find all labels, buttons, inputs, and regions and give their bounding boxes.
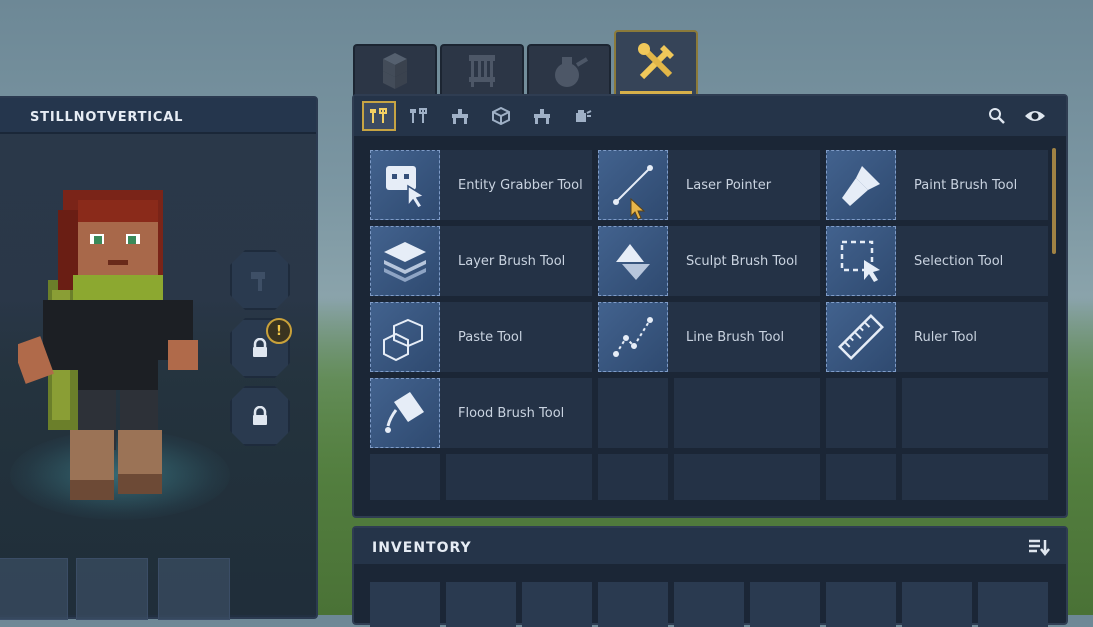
spray-icon <box>576 110 592 122</box>
tool-label: Line Brush Tool <box>686 330 785 345</box>
line-brush-icon <box>598 302 668 372</box>
empty-tool-slot[interactable] <box>598 378 668 448</box>
inventory-slot[interactable] <box>750 582 820 627</box>
inventory-slot[interactable] <box>522 582 592 627</box>
tab-potions[interactable] <box>527 44 611 96</box>
tools-icon <box>638 43 674 80</box>
subtab-paint[interactable] <box>566 101 600 131</box>
layer-brush-icon <box>370 226 440 296</box>
inventory-slot[interactable] <box>446 582 516 627</box>
inventory-slot[interactable] <box>598 582 668 627</box>
tab-tools[interactable] <box>614 30 698 94</box>
potion-icon <box>555 57 589 87</box>
emote-button[interactable] <box>230 250 290 310</box>
empty-tool-slot <box>446 454 592 500</box>
equipment-slot-1[interactable] <box>0 558 68 620</box>
subtab-blocks[interactable] <box>484 101 518 131</box>
mouse-cursor-icon <box>630 198 646 220</box>
character-header: STILLNOTVERTICAL <box>0 98 316 134</box>
tool-label: Layer Brush Tool <box>458 254 566 269</box>
empty-tool-slot[interactable] <box>826 454 896 500</box>
empty-tool-slot[interactable] <box>826 378 896 448</box>
subtab-all-tools[interactable] <box>362 101 396 131</box>
ruler-icon <box>826 302 896 372</box>
equipment-slot-shield[interactable] <box>76 558 148 620</box>
tool-label: Laser Pointer <box>686 178 772 193</box>
inventory-slot[interactable] <box>902 582 972 627</box>
inventory-slot[interactable] <box>978 582 1048 627</box>
search-icon[interactable] <box>988 107 1006 125</box>
empty-tool-slot <box>902 378 1048 448</box>
tools-scrollbar[interactable] <box>1052 148 1056 254</box>
empty-tool-slot <box>902 454 1048 500</box>
entity-grabber-icon <box>370 150 440 220</box>
subtab-bar <box>354 96 1066 136</box>
cube-icon <box>492 107 510 125</box>
subtab-anvil[interactable] <box>525 101 559 131</box>
locked-slot-2[interactable] <box>230 386 290 446</box>
tool-label: Paste Tool <box>458 330 523 345</box>
anvil-icon <box>534 109 550 124</box>
tools-small-icon <box>370 108 387 123</box>
tool-label: Selection Tool <box>914 254 1004 269</box>
inventory-slot[interactable] <box>370 582 440 627</box>
tool-label: Entity Grabber Tool <box>458 178 583 193</box>
inventory-slot[interactable] <box>826 582 896 627</box>
empty-tool-slot[interactable] <box>598 454 668 500</box>
paint-brush-icon <box>826 150 896 220</box>
selection-icon <box>826 226 896 296</box>
character-name: STILLNOTVERTICAL <box>30 110 184 125</box>
blocks-icon <box>383 53 407 89</box>
tab-furniture[interactable] <box>440 44 524 96</box>
tool-label: Ruler Tool <box>914 330 978 345</box>
workbench-icon <box>452 109 468 124</box>
sort-icon[interactable] <box>1028 538 1050 556</box>
eye-icon[interactable] <box>1024 108 1046 124</box>
lock-icon <box>253 338 267 357</box>
lock-icon <box>253 406 267 425</box>
subtab-crafting[interactable] <box>443 101 477 131</box>
inventory-header: INVENTORY <box>354 528 1066 564</box>
inventory-slot[interactable] <box>674 582 744 627</box>
fork-tools-icon <box>410 108 427 123</box>
tool-label: Flood Brush Tool <box>458 406 565 421</box>
hammer-icon <box>251 272 265 291</box>
empty-tool-slot[interactable] <box>370 454 440 500</box>
flood-brush-icon <box>370 378 440 448</box>
sculpt-brush-icon <box>598 226 668 296</box>
inventory-title: INVENTORY <box>372 540 472 556</box>
subtab-utensils[interactable] <box>402 101 436 131</box>
player-avatar[interactable] <box>18 190 208 520</box>
tools-panel: Entity Grabber Tool Laser Pointer Paint … <box>352 94 1068 518</box>
equipment-slot-3[interactable] <box>158 558 230 620</box>
empty-tool-slot <box>674 378 820 448</box>
tool-label: Sculpt Brush Tool <box>686 254 798 269</box>
tool-label: Paint Brush Tool <box>914 178 1018 193</box>
empty-tool-slot <box>674 454 820 500</box>
paste-icon <box>370 302 440 372</box>
furniture-icon <box>469 55 495 87</box>
notification-badge: ! <box>266 318 292 344</box>
inventory-panel: INVENTORY <box>352 526 1068 627</box>
tab-blocks[interactable] <box>353 44 437 96</box>
